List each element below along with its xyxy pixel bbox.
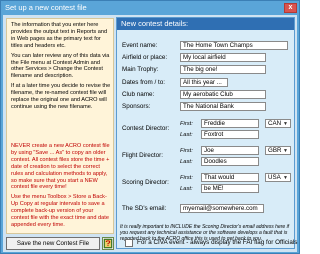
sd-email-input[interactable]: myemail@somewhere.com	[180, 204, 264, 213]
sponsors-label: Sponsors:	[122, 103, 151, 110]
flight-director-last-input[interactable]: Doodles	[201, 157, 259, 166]
scoring-director-last-input[interactable]: be ME!	[201, 184, 259, 193]
civa-option[interactable]: For a CIVA event - always display the FA…	[125, 239, 297, 248]
chevron-down-icon: ▼	[283, 148, 288, 154]
info-paragraph: The information that you enter here prov…	[11, 22, 108, 49]
scoring-director-label: Scoring Director:	[122, 179, 169, 186]
close-icon[interactable]: x	[284, 3, 297, 13]
chevron-down-icon: ▼	[283, 175, 288, 181]
flight-director-label: Flight Director:	[122, 152, 163, 159]
info-paragraph: You can later review any of this data vi…	[11, 52, 110, 80]
event-name-label: Event name:	[122, 42, 158, 49]
info-panel: The information that you enter here prov…	[6, 18, 114, 234]
info-text-warning: NEVER create a new ACRO contest file by …	[11, 143, 112, 229]
sd-email-label: The SD's email:	[122, 205, 167, 212]
scoring-director-country-value: USA	[268, 174, 281, 181]
contest-director-label: Contest Director:	[122, 125, 170, 132]
club-name-label: Club name:	[122, 91, 155, 98]
contest-director-last-input[interactable]: Foxtrot	[201, 130, 259, 139]
flight-director-country-select[interactable]: GBR ▼	[265, 146, 291, 155]
warning-paragraph: NEVER create a new ACRO contest file by …	[11, 143, 110, 191]
contest-director-country-value: CAN	[268, 120, 282, 127]
sponsors-input[interactable]: The National Bank	[180, 102, 266, 111]
app-window: Set up a new contest file x The informat…	[0, 0, 300, 254]
main-trophy-input[interactable]: The big one!	[180, 65, 266, 74]
window-title: Set up a new contest file	[5, 3, 87, 12]
contest-details-panel: New contest details: Event name: The Hom…	[116, 17, 297, 249]
contest-director-first-label: First:	[180, 121, 193, 127]
airfield-label: Airfield or place:	[122, 54, 168, 61]
info-paragraph: If at a later time you decide to revise …	[11, 83, 111, 110]
save-contest-file-button[interactable]: Save the new Contest File	[6, 237, 100, 250]
scoring-director-first-input[interactable]: That would	[201, 173, 259, 182]
dates-input[interactable]: All this year ...	[180, 78, 228, 87]
window-titlebar[interactable]: Set up a new contest file x	[1, 1, 299, 15]
dialog-body: The information that you enter here prov…	[3, 15, 297, 252]
dates-label: Dates from / to:	[122, 79, 166, 86]
flight-director-country-value: GBR	[268, 147, 282, 154]
contest-director-first-input[interactable]: Freddie	[201, 119, 259, 128]
flight-director-last-label: Last:	[180, 159, 193, 165]
civa-checkbox[interactable]	[125, 239, 133, 247]
main-trophy-label: Main Trophy:	[122, 66, 159, 73]
scoring-director-first-label: First:	[180, 175, 193, 181]
scoring-director-last-label: Last:	[180, 186, 193, 192]
contest-director-last-label: Last:	[180, 132, 193, 138]
scoring-director-country-select[interactable]: USA ▼	[265, 173, 291, 182]
warning-paragraph: Use the menu Toolbox > Store a Back-Up C…	[11, 194, 109, 228]
event-name-input[interactable]: The Home Town Champs	[180, 41, 288, 50]
info-text-general: The information that you enter here prov…	[11, 22, 112, 111]
airfield-input[interactable]: My local airfield	[180, 53, 266, 62]
civa-checkbox-label[interactable]: For a CIVA event - always display the FA…	[137, 239, 297, 247]
details-header: New contest details:	[117, 18, 294, 30]
club-name-input[interactable]: My aerobatic Club	[180, 90, 266, 99]
contest-director-country-select[interactable]: CAN ▼	[265, 119, 291, 128]
flight-director-first-label: First:	[180, 148, 193, 154]
flight-director-first-input[interactable]: Joe	[201, 146, 259, 155]
help-book-icon[interactable]	[102, 237, 114, 250]
chevron-down-icon: ▼	[283, 121, 288, 127]
